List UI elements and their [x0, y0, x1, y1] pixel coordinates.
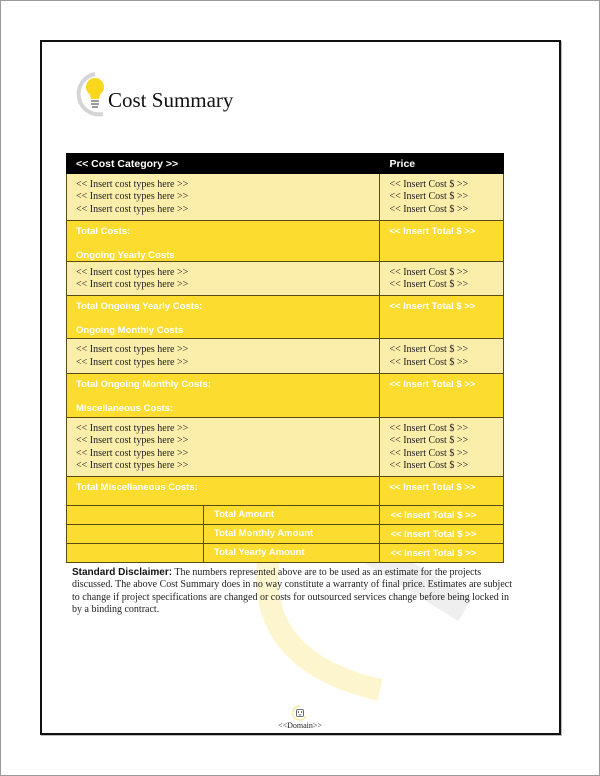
cost-summary-table: << Cost Category >> Price << Insert cost…: [65, 153, 504, 564]
cost-value-cell[interactable]: << Insert Cost $ >>: [389, 279, 503, 291]
total-row: Total Ongoing Monthly Costs: Miscellaneo…: [65, 373, 504, 419]
cost-value-cell[interactable]: << Insert Cost $ >>: [389, 344, 503, 356]
summary-label: Total Yearly Amount: [214, 547, 305, 559]
total-label: Total Ongoing Yearly Costs:: [76, 301, 203, 313]
summary-row: Total Amount << Insert Total $ >>: [65, 505, 504, 526]
total-label: Total Ongoing Monthly Costs:: [76, 379, 211, 391]
section-heading: Miscellaneous Costs:: [76, 403, 174, 415]
total-value[interactable]: << Insert Total $ >>: [380, 374, 503, 390]
summary-row: Total Yearly Amount << Insert Total $ >>: [65, 543, 504, 564]
cost-value-cell[interactable]: << Insert Cost $ >>: [389, 191, 503, 203]
total-row: Total Miscellaneous Costs: << Insert Tot…: [65, 476, 504, 507]
disclaimer-lead: Standard Disclaimer:: [72, 567, 173, 578]
cost-value-cell[interactable]: << Insert Cost $ >>: [389, 435, 503, 447]
outlet-icon: [292, 705, 307, 721]
footer-domain: <<Domain>>: [278, 721, 322, 730]
cost-type-cell[interactable]: << Insert cost types here >>: [76, 267, 379, 279]
cost-type-cell[interactable]: << Insert cost types here >>: [76, 204, 379, 216]
summary-value[interactable]: << Insert Total $ >>: [379, 505, 504, 526]
cost-value-cell[interactable]: << Insert Cost $ >>: [389, 460, 503, 472]
items-row: << Insert cost types here >> << Insert c…: [65, 173, 504, 221]
cost-value-cell[interactable]: << Insert Cost $ >>: [389, 267, 503, 279]
cost-type-cell[interactable]: << Insert cost types here >>: [76, 423, 379, 435]
table-header-row: << Cost Category >> Price: [65, 153, 504, 174]
column-header-category: << Cost Category >>: [65, 153, 381, 174]
items-row: << Insert cost types here >> << Insert c…: [65, 260, 504, 297]
summary-value[interactable]: << Insert Total $ >>: [379, 543, 504, 564]
section-heading: Ongoing Monthly Costs: [76, 325, 184, 337]
cost-type-cell[interactable]: << Insert cost types here >>: [76, 279, 379, 291]
total-label: Total Costs:: [76, 225, 131, 237]
lightbulb-icon: [76, 72, 104, 117]
cost-type-cell[interactable]: << Insert cost types here >>: [76, 435, 379, 447]
column-header-price: Price: [379, 153, 504, 174]
cost-type-cell[interactable]: << Insert cost types here >>: [76, 357, 379, 369]
total-label: Total Miscellaneous Costs:: [76, 482, 198, 494]
summary-row: Total Monthly Amount << Insert Total $ >…: [65, 524, 504, 545]
cost-value-cell[interactable]: << Insert Cost $ >>: [389, 448, 503, 460]
total-value[interactable]: << Insert Total $ >>: [380, 477, 503, 493]
items-row: << Insert cost types here >> << Insert c…: [65, 417, 504, 478]
summary-label: Total Amount: [214, 509, 275, 521]
cost-type-cell[interactable]: << Insert cost types here >>: [76, 460, 379, 472]
section-heading: Ongoing Yearly Costs: [76, 249, 175, 261]
total-row: Total Ongoing Yearly Costs: Ongoing Mont…: [65, 295, 504, 340]
page-title: Cost Summary: [108, 88, 234, 112]
summary-label: Total Monthly Amount: [214, 528, 314, 540]
total-value[interactable]: << Insert Total $ >>: [380, 221, 503, 237]
items-row: << Insert cost types here >> << Insert c…: [65, 338, 504, 375]
cost-value-cell[interactable]: << Insert Cost $ >>: [389, 357, 503, 369]
total-row: Total Costs: Ongoing Yearly Costs << Ins…: [65, 219, 504, 262]
summary-value[interactable]: << Insert Total $ >>: [379, 524, 504, 545]
cost-value-cell[interactable]: << Insert Cost $ >>: [389, 179, 503, 191]
cost-type-cell[interactable]: << Insert cost types here >>: [76, 191, 379, 203]
cost-value-cell[interactable]: << Insert Cost $ >>: [389, 423, 503, 435]
total-value[interactable]: << Insert Total $ >>: [380, 296, 503, 312]
cost-value-cell[interactable]: << Insert Cost $ >>: [389, 204, 503, 216]
cost-type-cell[interactable]: << Insert cost types here >>: [76, 179, 379, 191]
cost-type-cell[interactable]: << Insert cost types here >>: [76, 344, 379, 356]
cost-type-cell[interactable]: << Insert cost types here >>: [76, 448, 379, 460]
disclaimer-paragraph: Standard Disclaimer: The numbers represe…: [72, 567, 512, 616]
